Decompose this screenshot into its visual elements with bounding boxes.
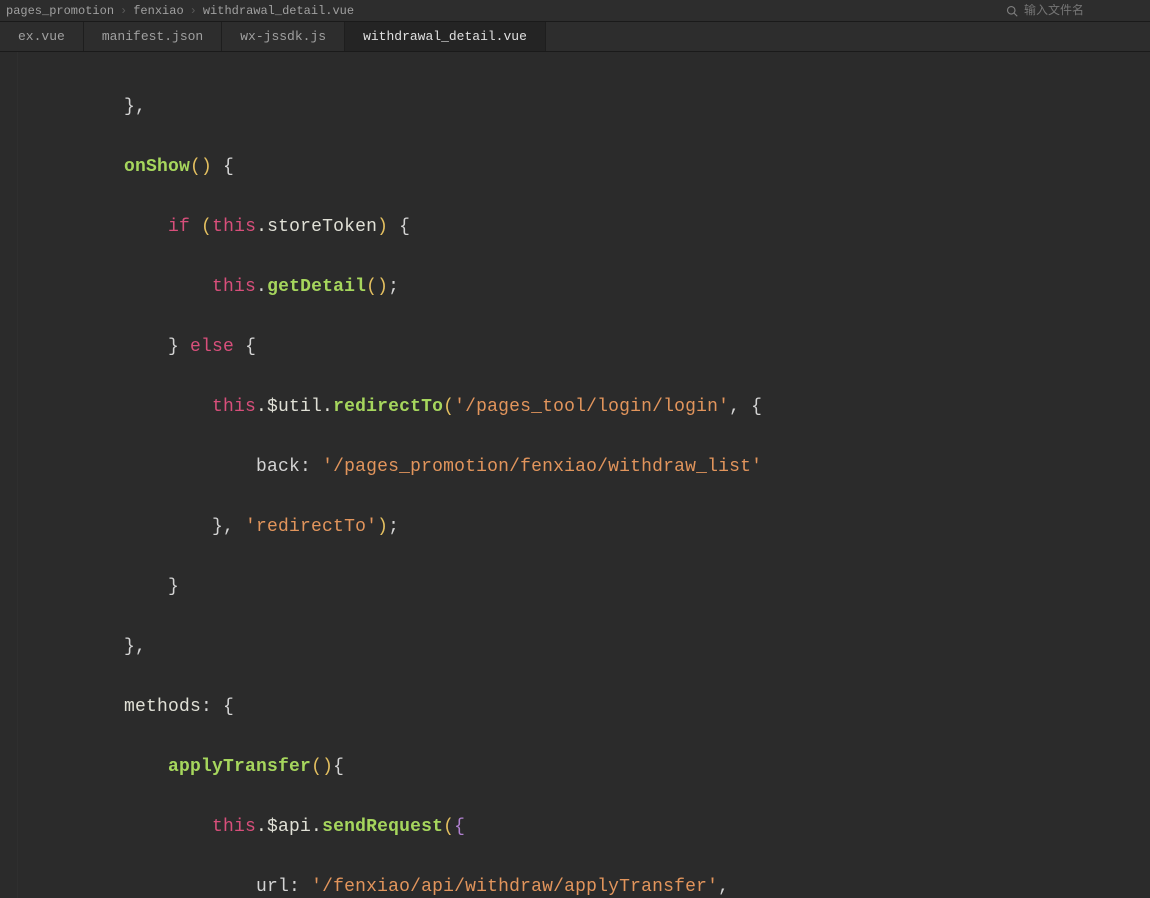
code-line[interactable]: }, 'redirectTo');	[18, 512, 1150, 542]
code-line[interactable]: back: '/pages_promotion/fenxiao/withdraw…	[18, 452, 1150, 482]
code-line[interactable]: this.$util.redirectTo('/pages_tool/login…	[18, 392, 1150, 422]
code-line[interactable]: url: '/fenxiao/api/withdraw/applyTransfe…	[18, 872, 1150, 898]
search-icon	[1006, 5, 1018, 17]
breadcrumb-item[interactable]: fenxiao	[133, 4, 183, 18]
code-line[interactable]: if (this.storeToken) {	[18, 212, 1150, 242]
breadcrumb-item[interactable]: withdrawal_detail.vue	[203, 4, 354, 18]
editor-tabs: ex.vue manifest.json wx-jssdk.js withdra…	[0, 22, 1150, 52]
chevron-right-icon: ›	[190, 4, 197, 18]
code-editor[interactable]: }, onShow() { if (this.storeToken) { thi…	[0, 52, 1150, 898]
code-line[interactable]: },	[18, 92, 1150, 122]
breadcrumb-bar: pages_promotion › fenxiao › withdrawal_d…	[0, 0, 1150, 22]
code-line[interactable]: onShow() {	[18, 152, 1150, 182]
tab-withdrawal-detail-vue[interactable]: withdrawal_detail.vue	[345, 22, 546, 51]
code-line[interactable]: applyTransfer(){	[18, 752, 1150, 782]
code-line[interactable]: }	[18, 572, 1150, 602]
code-line[interactable]: this.getDetail();	[18, 272, 1150, 302]
tab-ex-vue[interactable]: ex.vue	[0, 22, 84, 51]
tab-wx-jssdk-js[interactable]: wx-jssdk.js	[222, 22, 345, 51]
code-area[interactable]: }, onShow() { if (this.storeToken) { thi…	[18, 52, 1150, 898]
code-line[interactable]: },	[18, 632, 1150, 662]
gutter	[0, 52, 18, 898]
search-input[interactable]	[1024, 4, 1144, 18]
chevron-right-icon: ›	[120, 4, 127, 18]
breadcrumb-item[interactable]: pages_promotion	[6, 4, 114, 18]
code-line[interactable]: } else {	[18, 332, 1150, 362]
file-search[interactable]	[1006, 4, 1144, 18]
code-line[interactable]: methods: {	[18, 692, 1150, 722]
breadcrumb: pages_promotion › fenxiao › withdrawal_d…	[6, 4, 354, 18]
code-line[interactable]: this.$api.sendRequest({	[18, 812, 1150, 842]
tab-manifest-json[interactable]: manifest.json	[84, 22, 222, 51]
